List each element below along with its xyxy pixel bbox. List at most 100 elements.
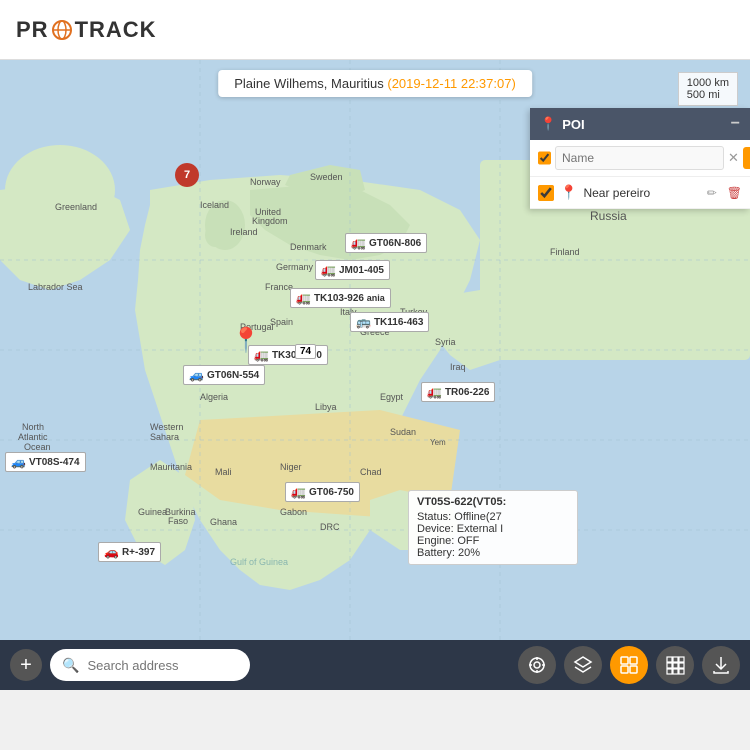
vehicle-GT06N-806[interactable]: 🚛 GT06N-806 (345, 233, 427, 253)
logo-text-track: TRACK (75, 17, 157, 43)
svg-text:Egypt: Egypt (380, 392, 404, 402)
svg-text:Labrador Sea: Labrador Sea (28, 282, 83, 292)
vehicle-id: VT08S-474 (29, 457, 80, 468)
svg-text:Iraq: Iraq (450, 362, 466, 372)
bottom-toolbar: + 🔍 (0, 640, 750, 690)
location-datetime: (2019-12-11 22:37:07) (387, 76, 515, 91)
download-btn[interactable] (702, 646, 740, 684)
svg-text:France: France (265, 282, 293, 292)
svg-text:Libya: Libya (315, 402, 337, 412)
engine-line: Engine: OFF (417, 535, 569, 547)
scale-mi: 500 mi (687, 89, 729, 101)
vehicle-icon: 🚙 (189, 368, 204, 382)
poi-item-pin-icon: 📍 (560, 184, 577, 201)
svg-text:Ocean: Ocean (24, 442, 51, 452)
svg-text:Greenland: Greenland (55, 202, 97, 212)
vehicle-icon: 🚗 (104, 545, 119, 559)
svg-text:Atlantic: Atlantic (18, 432, 48, 442)
vehicle-GT06N-554[interactable]: 🚙 GT06N-554 (183, 365, 265, 385)
battery-line: Battery: 20% (417, 547, 569, 559)
vehicle-icon: 🚛 (351, 236, 366, 250)
svg-text:Yem: Yem (430, 438, 446, 447)
app-logo: PR TRACK (16, 17, 157, 43)
logo-text-pr: PR (16, 17, 49, 43)
location-icon (527, 655, 547, 675)
status-vehicle-id: VT05S-622(VT05: (417, 496, 569, 508)
svg-text:Syria: Syria (435, 337, 456, 347)
svg-text:Denmark: Denmark (290, 242, 327, 252)
poi-search-input[interactable] (555, 146, 724, 170)
vehicle-icon: 🚛 (296, 291, 311, 305)
poi-item: 📍 Near pereiro ✏ 🗑 (530, 177, 750, 209)
poi-item-delete-btn[interactable]: 🗑 (727, 186, 742, 200)
svg-text:Sudan: Sudan (390, 427, 416, 437)
poi-location-icon: 📍 (540, 116, 556, 132)
location-btn[interactable] (518, 646, 556, 684)
poi-title: POI (562, 117, 584, 132)
vehicle-JM01-405[interactable]: 🚛 JM01-405 (315, 260, 390, 280)
vehicle-TK103-926[interactable]: 🚛 TK103-926 ania (290, 288, 391, 308)
svg-text:DRC: DRC (320, 522, 340, 532)
search-bar-container: 🔍 (50, 649, 250, 681)
svg-text:Gabon: Gabon (280, 507, 307, 517)
map-container[interactable]: Gulf of Guinea Greenland Labrador Sea No… (0, 60, 750, 690)
vehicle-id: GT06N-554 (207, 370, 259, 381)
poi-add-btn[interactable]: + (743, 147, 750, 169)
vehicle-GT06-750[interactable]: 🚛 GT06-750 (285, 482, 360, 502)
svg-text:Guinea: Guinea (138, 507, 167, 517)
svg-text:Finland: Finland (550, 247, 580, 257)
download-icon (711, 655, 731, 675)
vehicle-icon: 🚛 (321, 263, 336, 277)
scale-km: 1000 km (687, 77, 729, 89)
poi-item-name: Near pereiro (583, 186, 700, 200)
vehicle-status-tooltip: VT05S-622(VT05: Status: Offline(27 Devic… (408, 490, 578, 565)
vehicle-icon: 🚛 (427, 385, 442, 399)
vehicle-id: GT06N-806 (369, 238, 421, 249)
search-address-input[interactable] (87, 658, 238, 673)
vehicle-TR06-226[interactable]: 🚛 TR06-226 (421, 382, 495, 402)
svg-text:Chad: Chad (360, 467, 382, 477)
cluster-iceland[interactable]: 7 (175, 163, 199, 187)
layers-btn[interactable] (564, 646, 602, 684)
poi-item-checkbox[interactable] (538, 185, 554, 201)
extra-vehicle-74[interactable]: 74 (295, 342, 316, 357)
svg-text:Ghana: Ghana (210, 517, 237, 527)
poi-panel: 📍 POI − ✕ + 📍 Near pereiro ✏ 🗑 (530, 108, 750, 209)
poi-panel-header: 📍 POI − (530, 108, 750, 140)
svg-text:Ireland: Ireland (230, 227, 258, 237)
svg-text:Iceland: Iceland (200, 200, 229, 210)
location-bar: Plaine Wilhems, Mauritius (2019-12-11 22… (218, 70, 532, 97)
scale-bar: 1000 km 500 mi (678, 72, 738, 106)
layers-icon (573, 655, 593, 675)
poi-clear-btn[interactable]: ✕ (728, 150, 739, 166)
vehicle-icon: 🚙 (11, 455, 26, 469)
location-text: Plaine Wilhems, Mauritius (234, 76, 384, 91)
poi-minimize-btn[interactable]: − (731, 115, 740, 133)
vehicle-id: GT06-750 (309, 487, 354, 498)
svg-text:Sweden: Sweden (310, 172, 343, 182)
map-pin: 📍 (231, 326, 261, 355)
svg-text:Gulf of Guinea: Gulf of Guinea (230, 557, 288, 567)
vehicle-icon: 🚌 (356, 315, 371, 329)
svg-text:Russia: Russia (590, 209, 627, 223)
svg-text:Faso: Faso (168, 516, 188, 526)
search-icon: 🔍 (62, 657, 79, 674)
vehicle-id: TR06-226 (445, 387, 489, 398)
vehicle-icon: 🚛 (291, 485, 306, 499)
svg-text:Niger: Niger (280, 462, 302, 472)
svg-text:Mauritania: Mauritania (150, 462, 192, 472)
svg-text:North: North (22, 422, 44, 432)
svg-text:Norway: Norway (250, 177, 281, 187)
poi-item-edit-btn[interactable]: ✏ (707, 186, 717, 200)
vehicle-TK116-463[interactable]: 🚌 TK116-463 (350, 312, 429, 332)
grid-btn[interactable] (656, 646, 694, 684)
vehicle-id: R+-397 (122, 547, 155, 558)
vehicle-id: TK103-926 ania (314, 293, 385, 304)
svg-text:Kingdom: Kingdom (252, 216, 288, 226)
poi-search-checkbox[interactable] (538, 150, 551, 166)
vehicle-R-397[interactable]: 🚗 R+-397 (98, 542, 161, 562)
svg-text:Germany: Germany (276, 262, 314, 272)
active-btn[interactable] (610, 646, 648, 684)
vehicle-VT08S-474[interactable]: 🚙 VT08S-474 (5, 452, 86, 472)
add-point-button[interactable]: + (10, 649, 42, 681)
